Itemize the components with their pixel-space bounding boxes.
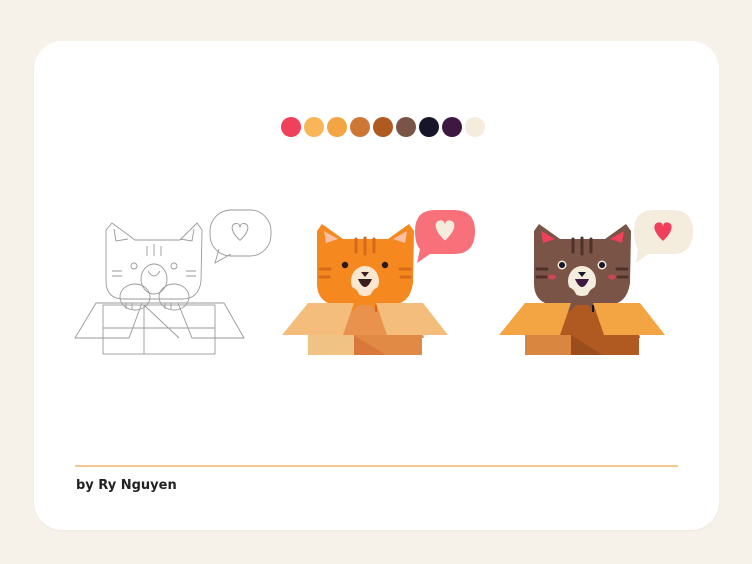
brown-cat-illustration [499,210,693,355]
sketch-cat-illustration [74,209,272,355]
sketch-heart-icon [231,222,249,241]
author-credit: by Ry Nguyen [76,478,177,493]
brown-cat [534,224,631,312]
sketch-box [74,302,245,355]
sketch-cat [105,222,203,311]
sketch-speech-bubble [209,209,272,264]
orange-cat-illustration [282,210,475,355]
brown-speech-bubble [634,210,693,263]
artwork-card: by Ry Nguyen [34,41,719,530]
orange-cat [317,224,414,312]
cat-illustrations [74,209,693,355]
divider-line [75,465,678,467]
orange-speech-bubble [415,210,475,263]
